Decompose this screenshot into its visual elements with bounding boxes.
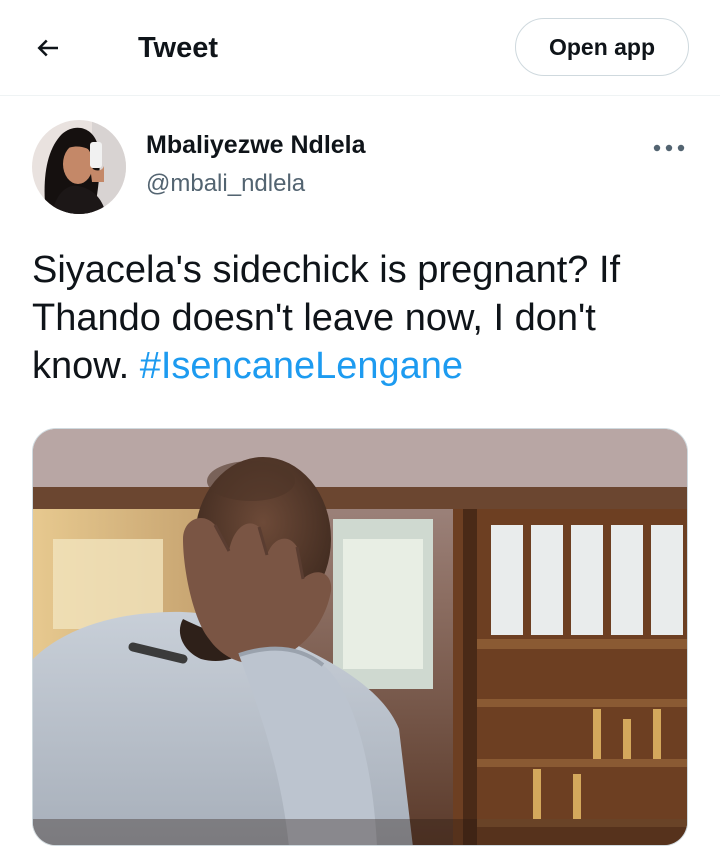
top-bar: Tweet Open app	[0, 0, 720, 96]
tweet-text: Siyacela's sidechick is pregnant? If Tha…	[32, 246, 692, 390]
more-dots-icon	[653, 144, 685, 152]
tweet-page: Tweet Open app Mbaliyezwe Ndlela @mbali_…	[0, 0, 720, 864]
author-handle[interactable]: @mbali_ndlela	[146, 168, 305, 200]
open-app-button[interactable]: Open app	[515, 18, 689, 76]
avatar-image	[32, 120, 126, 214]
page-title: Tweet	[138, 32, 219, 64]
tweet-media-image[interactable]	[32, 428, 688, 846]
more-options-button[interactable]	[646, 130, 692, 166]
arrow-left-icon	[37, 39, 58, 57]
media-photo	[33, 429, 687, 845]
author-name[interactable]: Mbaliyezwe Ndlela	[146, 128, 366, 162]
back-button[interactable]	[22, 24, 74, 72]
avatar[interactable]	[32, 120, 126, 214]
hashtag-link[interactable]: #IsencaneLengane	[140, 345, 463, 387]
